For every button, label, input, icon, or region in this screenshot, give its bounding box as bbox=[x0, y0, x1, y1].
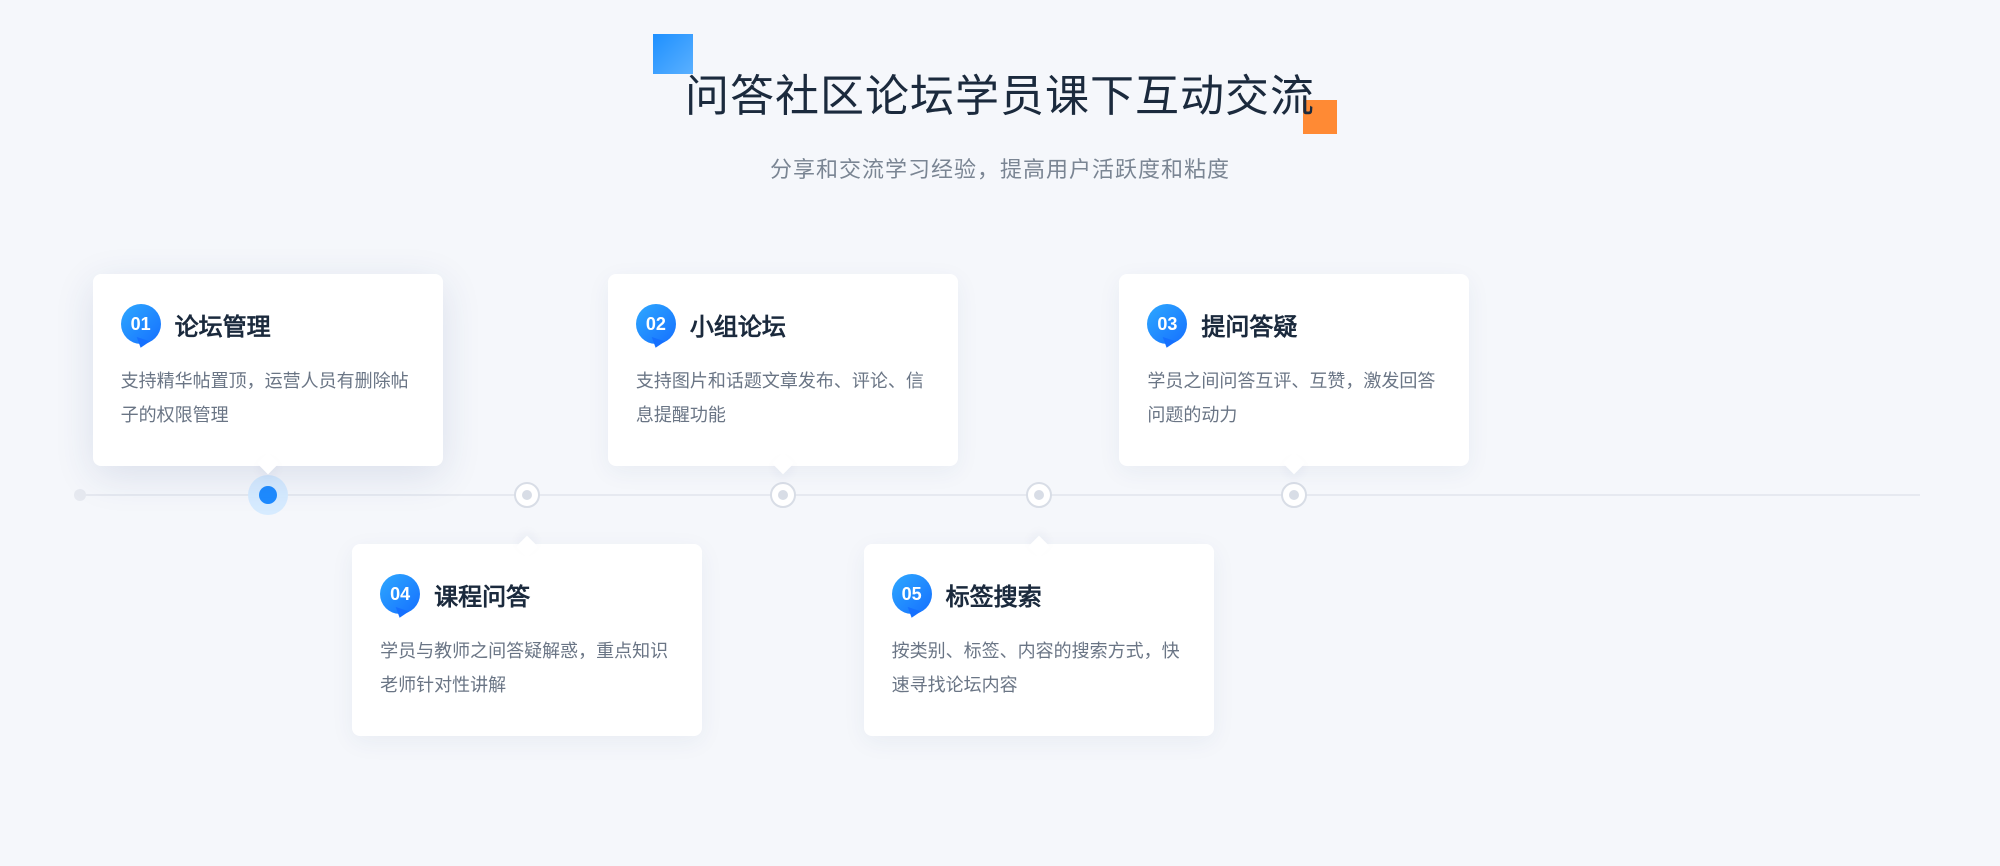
timeline: 01 论坛管理 支持精华帖置顶，运营人员有删除帖子的权限管理 02 小组论坛 支… bbox=[80, 274, 1920, 794]
card-description: 支持图片和话题文章发布、评论、信息提醒功能 bbox=[636, 364, 930, 432]
pin-badge-icon: 03 bbox=[1147, 304, 1187, 344]
timeline-endcap-left bbox=[74, 489, 86, 501]
timeline-line bbox=[80, 494, 1920, 496]
card-description: 学员之间问答互评、互赞，激发回答问题的动力 bbox=[1147, 364, 1441, 432]
card-header: 05 标签搜索 bbox=[892, 574, 1186, 614]
card-description: 学员与教师之间答疑解惑，重点知识老师针对性讲解 bbox=[380, 634, 674, 702]
card-header: 01 论坛管理 bbox=[121, 304, 415, 344]
badge-number: 02 bbox=[646, 314, 666, 335]
hero-subtitle: 分享和交流学习经验，提高用户活跃度和粘度 bbox=[0, 152, 2000, 184]
decoration-square-blue bbox=[653, 34, 693, 74]
feature-card-4[interactable]: 04 课程问答 学员与教师之间答疑解惑，重点知识老师针对性讲解 bbox=[352, 544, 702, 736]
feature-card-1[interactable]: 01 论坛管理 支持精华帖置顶，运营人员有删除帖子的权限管理 bbox=[93, 274, 443, 466]
card-header: 02 小组论坛 bbox=[636, 304, 930, 344]
pin-badge-icon: 04 bbox=[380, 574, 420, 614]
badge-number: 01 bbox=[131, 314, 151, 335]
pin-badge-icon: 02 bbox=[636, 304, 676, 344]
hero: 问答社区论坛学员课下互动交流 分享和交流学习经验，提高用户活跃度和粘度 bbox=[0, 0, 2000, 184]
card-title: 课程问答 bbox=[434, 577, 530, 612]
timeline-node-5[interactable] bbox=[1281, 482, 1307, 508]
timeline-node-3[interactable] bbox=[770, 482, 796, 508]
badge-number: 04 bbox=[390, 584, 410, 605]
hero-title-text: 问答社区论坛学员课下互动交流 bbox=[685, 72, 1315, 121]
badge-number: 05 bbox=[902, 584, 922, 605]
hero-title: 问答社区论坛学员课下互动交流 bbox=[685, 60, 1315, 124]
card-header: 03 提问答疑 bbox=[1147, 304, 1441, 344]
card-description: 支持精华帖置顶，运营人员有删除帖子的权限管理 bbox=[121, 364, 415, 432]
badge-number: 03 bbox=[1157, 314, 1177, 335]
feature-card-5[interactable]: 05 标签搜索 按类别、标签、内容的搜索方式，快速寻找论坛内容 bbox=[864, 544, 1214, 736]
pin-badge-icon: 01 bbox=[121, 304, 161, 344]
timeline-node-dot bbox=[522, 490, 532, 500]
timeline-node-dot bbox=[259, 486, 277, 504]
timeline-node-2[interactable] bbox=[514, 482, 540, 508]
timeline-node-4[interactable] bbox=[1026, 482, 1052, 508]
card-header: 04 课程问答 bbox=[380, 574, 674, 614]
card-title: 标签搜索 bbox=[946, 577, 1042, 612]
timeline-node-dot bbox=[1034, 490, 1044, 500]
feature-card-2[interactable]: 02 小组论坛 支持图片和话题文章发布、评论、信息提醒功能 bbox=[608, 274, 958, 466]
card-title: 论坛管理 bbox=[175, 307, 271, 342]
feature-card-3[interactable]: 03 提问答疑 学员之间问答互评、互赞，激发回答问题的动力 bbox=[1119, 274, 1469, 466]
card-description: 按类别、标签、内容的搜索方式，快速寻找论坛内容 bbox=[892, 634, 1186, 702]
timeline-node-dot bbox=[1289, 490, 1299, 500]
timeline-node-1[interactable] bbox=[248, 475, 288, 515]
timeline-node-dot bbox=[778, 490, 788, 500]
card-title: 提问答疑 bbox=[1201, 307, 1297, 342]
pin-badge-icon: 05 bbox=[892, 574, 932, 614]
card-title: 小组论坛 bbox=[690, 307, 786, 342]
